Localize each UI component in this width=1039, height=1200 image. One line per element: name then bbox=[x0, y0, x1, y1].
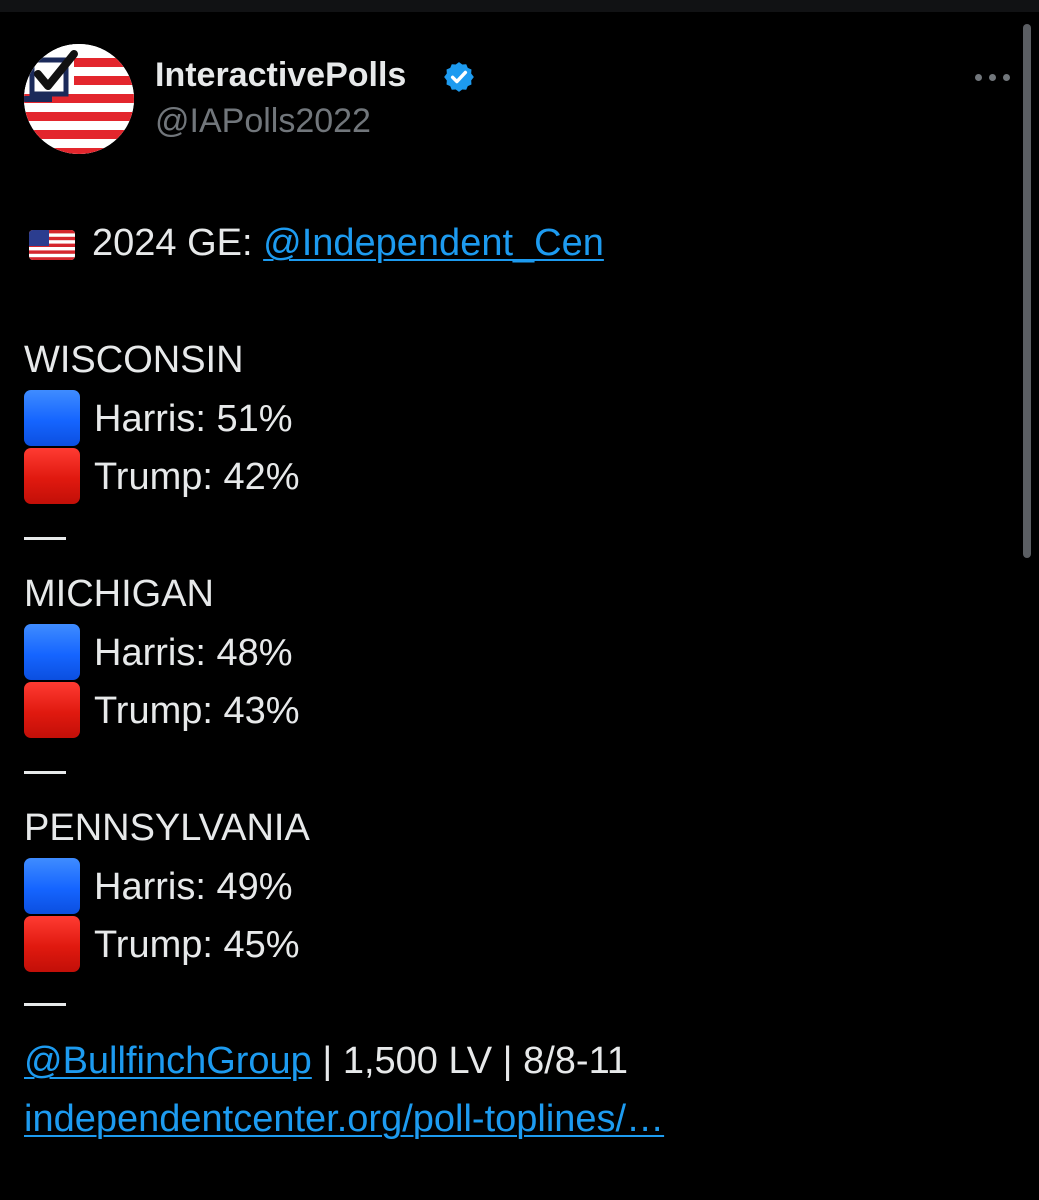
top-edge-strip bbox=[0, 0, 1039, 12]
blue-square-icon bbox=[24, 858, 80, 914]
more-dot-icon bbox=[975, 74, 982, 81]
red-square-icon bbox=[24, 916, 80, 972]
candidate-result: Harris: 48% bbox=[94, 632, 293, 674]
state-heading-wisconsin: WISCONSIN bbox=[24, 339, 244, 381]
blue-square-icon bbox=[24, 390, 80, 446]
candidate-result: Harris: 49% bbox=[94, 866, 293, 908]
more-options-button[interactable] bbox=[972, 62, 1012, 92]
separator-dash bbox=[24, 1003, 66, 1006]
candidate-result: Trump: 45% bbox=[94, 924, 300, 966]
us-flag-icon bbox=[29, 230, 75, 260]
headline-prefix: 2024 GE: bbox=[92, 222, 264, 264]
more-dot-icon bbox=[1003, 74, 1010, 81]
scrollbar-thumb[interactable] bbox=[1023, 24, 1031, 558]
source-line: @BullfinchGroup | 1,500 LV | 8/8-11 bbox=[24, 1038, 628, 1084]
red-square-icon bbox=[24, 682, 80, 738]
source-mention-link[interactable]: @BullfinchGroup bbox=[24, 1040, 312, 1082]
author-handle[interactable]: @IAPolls2022 bbox=[155, 102, 371, 141]
checkbox-flag-avatar-icon bbox=[24, 44, 134, 154]
more-dot-icon bbox=[989, 74, 996, 81]
candidate-result: Trump: 43% bbox=[94, 690, 300, 732]
mention-link[interactable]: @Independent_Cen bbox=[263, 222, 604, 264]
source-url-link[interactable]: independentcenter.org/poll-toplines/… bbox=[24, 1096, 664, 1142]
blue-square-icon bbox=[24, 624, 80, 680]
candidate-result: Harris: 51% bbox=[94, 398, 293, 440]
state-heading-pennsylvania: PENNSYLVANIA bbox=[24, 807, 310, 849]
source-details: | 1,500 LV | 8/8-11 bbox=[311, 1040, 629, 1082]
post-headline: 2024 GE: @Independent_Cen bbox=[92, 220, 604, 266]
state-heading-michigan: MICHIGAN bbox=[24, 573, 214, 615]
separator-dash bbox=[24, 771, 66, 774]
separator-dash bbox=[24, 537, 66, 540]
red-square-icon bbox=[24, 448, 80, 504]
author-display-name[interactable]: InteractivePolls bbox=[155, 56, 406, 95]
avatar[interactable] bbox=[24, 44, 134, 154]
candidate-result: Trump: 42% bbox=[94, 456, 300, 498]
verified-badge-icon bbox=[444, 62, 474, 92]
